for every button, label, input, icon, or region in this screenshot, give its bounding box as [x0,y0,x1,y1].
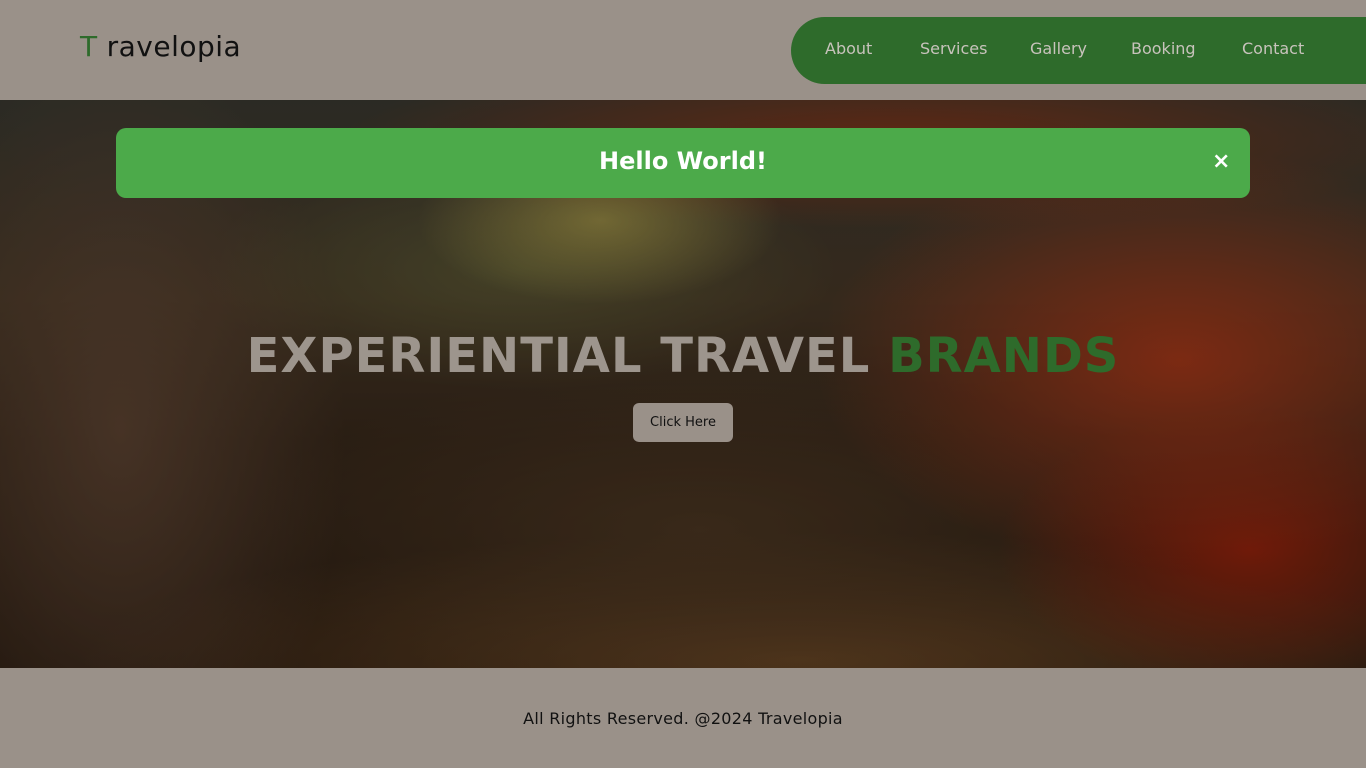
nav-link-gallery[interactable]: Gallery [1030,39,1087,58]
logo-initial: T [80,30,98,63]
hero-title: EXPERIENTIAL TRAVEL BRANDS [0,328,1366,384]
logo-text: ravelopia [106,30,242,63]
site-footer: All Rights Reserved. @2024 Travelopia [0,668,1366,768]
nav-link-about[interactable]: About [825,39,872,58]
alert-banner: Hello World! × [116,128,1250,198]
site-logo[interactable]: Travelopia [80,30,241,63]
click-here-button[interactable]: Click Here [633,403,733,442]
site-header: Travelopia About Services Gallery Bookin… [0,0,1366,100]
nav-link-contact[interactable]: Contact [1242,39,1304,58]
nav-link-booking[interactable]: Booking [1131,39,1196,58]
hero-title-accent: BRANDS [888,328,1120,384]
main-nav: About Services Gallery Booking Contact [791,17,1366,84]
hero-title-main: EXPERIENTIAL TRAVEL [246,328,871,384]
footer-copyright: All Rights Reserved. @2024 Travelopia [523,709,843,728]
alert-message: Hello World! [599,147,767,175]
close-icon[interactable]: × [1212,150,1230,174]
hero-section: Hello World! × EXPERIENTIAL TRAVEL BRAND… [0,100,1366,668]
nav-link-services[interactable]: Services [920,39,987,58]
